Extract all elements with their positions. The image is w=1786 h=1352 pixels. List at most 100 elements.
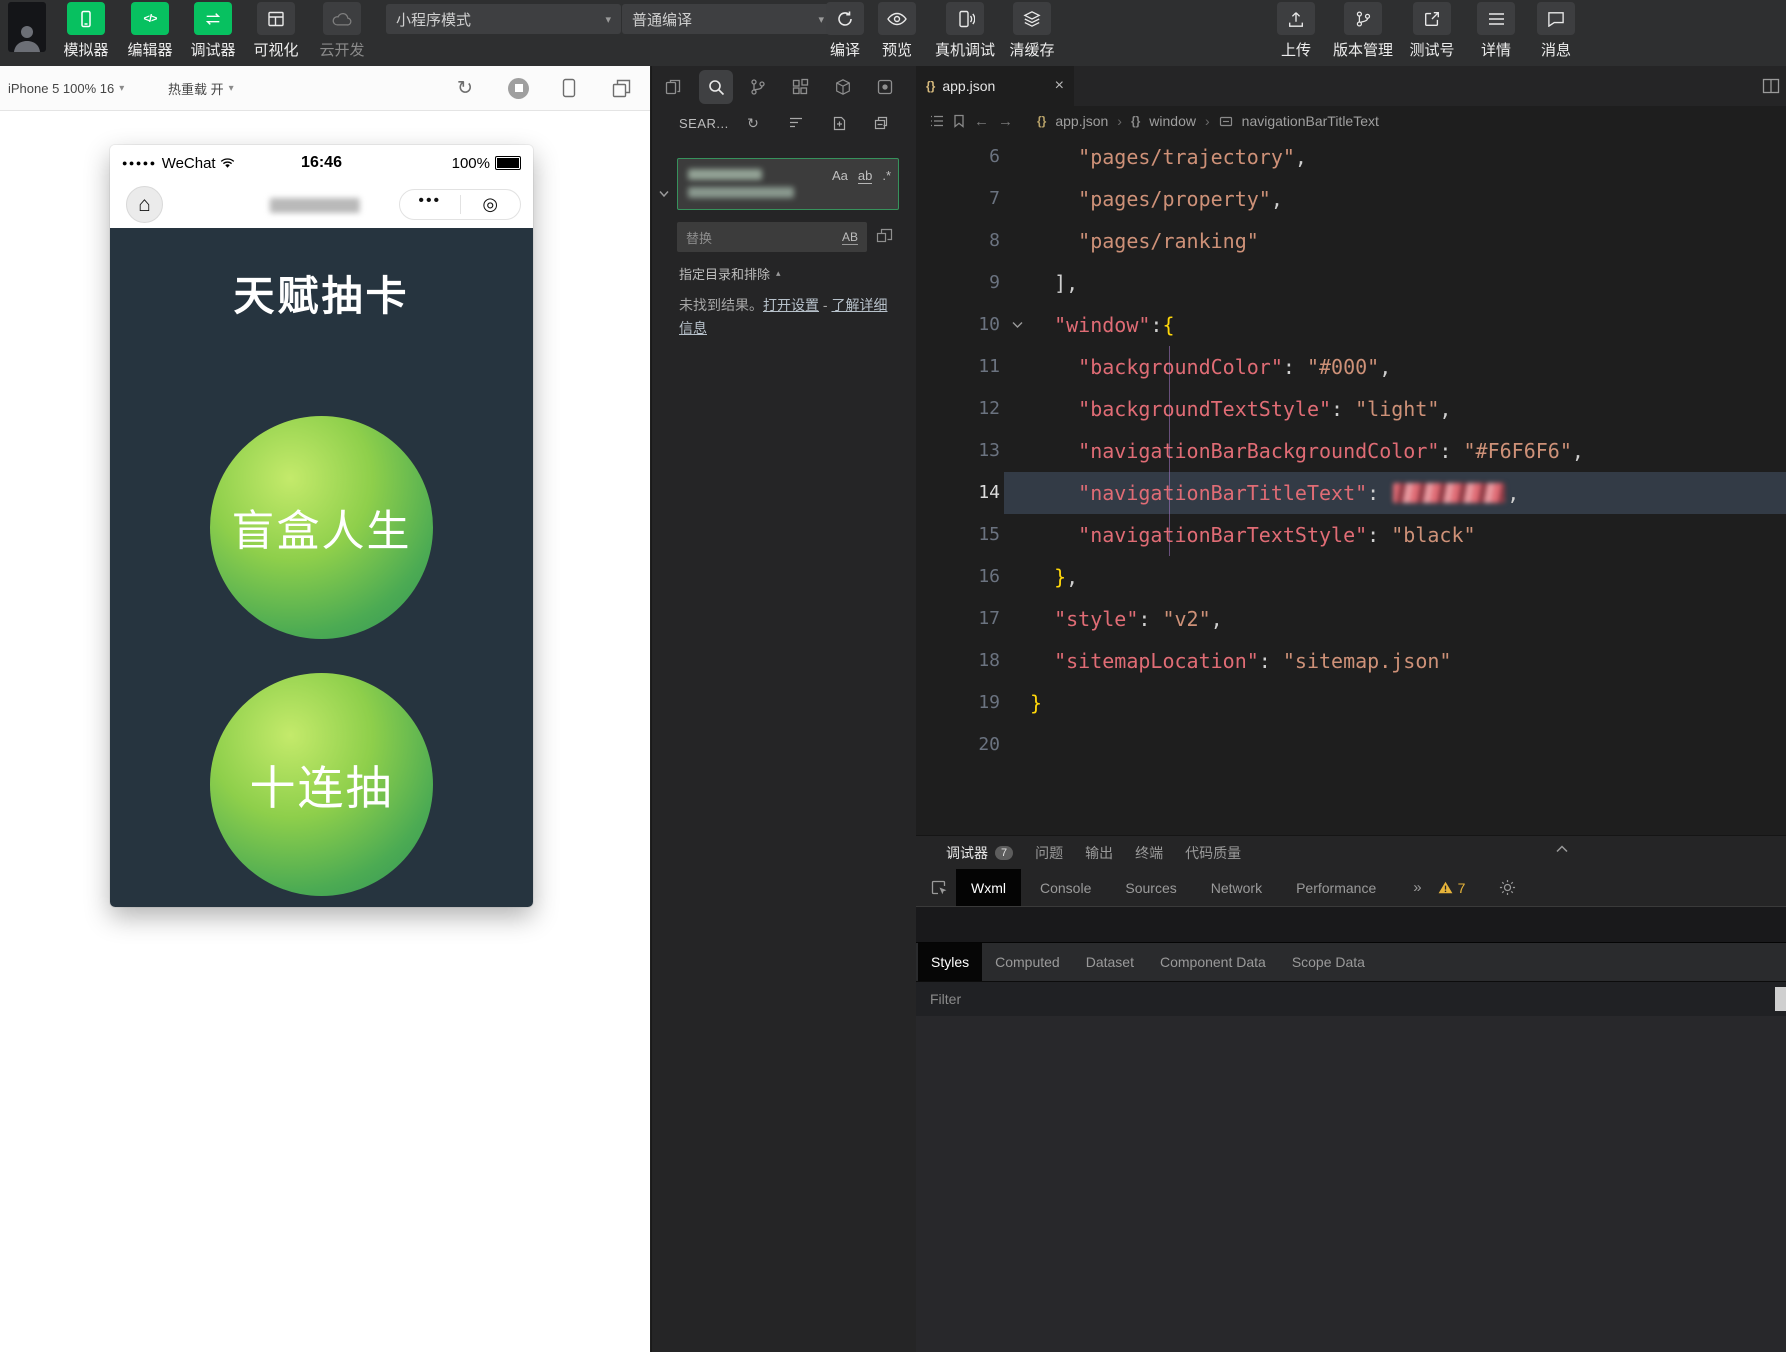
devtools-tab-network[interactable]: Network	[1196, 869, 1277, 906]
debugger-label: 调试器	[190, 39, 235, 60]
sim-refresh-button[interactable]: ↻	[457, 66, 473, 110]
tab-code-quality[interactable]: 代码质量	[1185, 843, 1241, 863]
new-search-editor-icon[interactable]	[830, 114, 848, 132]
code-line-16[interactable]: 16 },	[916, 556, 1786, 598]
code-line-13[interactable]: 13 "navigationBarBackgroundColor": "#F6F…	[916, 430, 1786, 472]
exit-target-button[interactable]: ◎	[461, 190, 521, 219]
gacha-button-ten-draw[interactable]: 十连抽	[210, 673, 433, 896]
code-line-12[interactable]: 12 "backgroundTextStyle": "light",	[916, 388, 1786, 430]
code-line-17[interactable]: 17 "style": "v2",	[916, 598, 1786, 640]
code-line-11[interactable]: 11 "backgroundColor": "#000",	[916, 346, 1786, 388]
breadcrumb-item-property[interactable]: navigationBarTitleText	[1242, 113, 1379, 129]
tab-terminal[interactable]: 终端	[1135, 843, 1163, 863]
gacha-button-blind-box-life[interactable]: 盲盒人生	[210, 416, 433, 639]
device-selector[interactable]: iPhone 5 100% 16 ▾	[8, 66, 124, 110]
extensions-icon[interactable]	[783, 70, 817, 104]
toggle-replace-icon[interactable]	[659, 190, 669, 198]
test-account-button[interactable]: 测试号	[1400, 2, 1464, 60]
devtools-tab-wxml[interactable]: Wxml	[956, 869, 1021, 906]
dir-filter-toggle[interactable]: 指定目录和排除 ▴	[679, 264, 781, 283]
source-control-icon[interactable]	[741, 70, 775, 104]
code-line-6[interactable]: 6 "pages/trajectory",	[916, 136, 1786, 178]
search-icon[interactable]	[699, 70, 733, 104]
code-line-18[interactable]: 18 "sitemapLocation": "sitemap.json"	[916, 640, 1786, 682]
home-button[interactable]: ⌂	[126, 186, 163, 223]
toolbar-editor-button[interactable]: </> 编辑器	[118, 2, 182, 60]
tab-debugger[interactable]: 调试器 7	[946, 843, 1013, 863]
toolbar-visualize-button[interactable]: 可视化	[244, 2, 308, 60]
devtools-settings-icon[interactable]	[1499, 879, 1516, 896]
code-lines: 6 "pages/trajectory",7 "pages/property",…	[916, 136, 1786, 766]
tab-close-icon[interactable]: ×	[1055, 77, 1064, 95]
details-button[interactable]: 详情	[1464, 2, 1528, 60]
breadcrumb-item-window[interactable]: window	[1149, 113, 1196, 129]
more-tabs-icon[interactable]: »	[1413, 879, 1421, 896]
replace-all-icon[interactable]	[876, 226, 893, 243]
preview-button[interactable]: 预览	[865, 2, 929, 60]
nav-back-icon[interactable]: ←	[974, 113, 989, 130]
files-icon[interactable]	[656, 70, 690, 104]
regex-toggle[interactable]: .*	[882, 168, 891, 184]
devtools-tab-sources[interactable]: Sources	[1110, 869, 1191, 906]
preserve-case-toggle[interactable]: AB	[842, 230, 858, 245]
toolbar-simulator-button[interactable]: 模拟器	[54, 2, 118, 60]
code-line-10[interactable]: 10 "window":{	[916, 304, 1786, 346]
code-line-9[interactable]: 9 ],	[916, 262, 1786, 304]
tab-scope-data[interactable]: Scope Data	[1279, 943, 1378, 981]
more-button[interactable]: •••	[400, 190, 460, 219]
tab-component-data[interactable]: Component Data	[1147, 943, 1279, 981]
replace-input[interactable]: 替换 AB	[677, 222, 867, 252]
code-line-20[interactable]: 20	[916, 724, 1786, 766]
code-line-7[interactable]: 7 "pages/property",	[916, 178, 1786, 220]
tab-app-json[interactable]: {} app.json ×	[916, 66, 1074, 106]
code-line-8[interactable]: 8 "pages/ranking"	[916, 220, 1786, 262]
package-icon[interactable]	[826, 70, 860, 104]
whole-word-toggle[interactable]: ab	[858, 168, 872, 184]
tab-dataset[interactable]: Dataset	[1073, 943, 1147, 981]
message-label: 消息	[1541, 39, 1571, 60]
toolbar-debugger-button[interactable]: 调试器	[181, 2, 245, 60]
device-debug-button[interactable]: 真机调试	[933, 2, 997, 60]
split-editor-icon[interactable]	[1762, 77, 1780, 95]
code-line-15[interactable]: 15 "navigationBarTextStyle": "black"	[916, 514, 1786, 556]
message-button[interactable]: 消息	[1524, 2, 1588, 60]
fold-chevron-icon[interactable]	[1004, 304, 1030, 346]
collapse-panel-icon[interactable]	[1556, 845, 1568, 853]
user-avatar[interactable]	[8, 2, 46, 52]
sim-multi-window-button[interactable]	[612, 66, 631, 110]
devtools-tab-performance[interactable]: Performance	[1281, 869, 1391, 906]
tab-output[interactable]: 输出	[1085, 843, 1113, 863]
tab-problems[interactable]: 问题	[1035, 843, 1063, 863]
styles-filter-input[interactable]: Filter	[930, 991, 961, 1007]
collapse-all-icon[interactable]	[872, 114, 890, 132]
tab-computed[interactable]: Computed	[982, 943, 1073, 981]
compile-dropdown[interactable]: 普通编译 ▾	[622, 4, 834, 34]
code-line-19[interactable]: 19}	[916, 682, 1786, 724]
match-case-toggle[interactable]: Aa	[832, 168, 848, 184]
mode-dropdown[interactable]: 小程序模式 ▾	[386, 4, 621, 34]
bookmark-icon[interactable]	[953, 114, 965, 128]
open-settings-link[interactable]: 打开设置	[763, 297, 819, 313]
sim-suspend-button[interactable]	[508, 66, 529, 110]
warning-counter[interactable]: 7	[1438, 880, 1466, 896]
code-editor[interactable]: 6 "pages/trajectory",7 "pages/property",…	[916, 136, 1786, 835]
devtools-tab-console[interactable]: Console	[1025, 869, 1106, 906]
version-button[interactable]: 版本管理	[1331, 2, 1395, 60]
tab-styles[interactable]: Styles	[918, 943, 982, 981]
hot-reload-toggle[interactable]: 热重载 开 ▾	[168, 66, 234, 110]
scrollbar-thumb[interactable]	[1775, 987, 1786, 1011]
refresh-results-icon[interactable]: ↻	[744, 114, 762, 132]
inspect-element-icon[interactable]	[922, 878, 956, 897]
search-input[interactable]: Aa ab .*	[677, 158, 899, 210]
toolbar-cloud-button[interactable]: 云开发	[310, 2, 374, 60]
clear-cache-button[interactable]: 清缓存	[1000, 2, 1064, 60]
upload-button[interactable]: 上传	[1264, 2, 1328, 60]
sim-device-frame-button[interactable]	[562, 66, 576, 110]
outline-icon[interactable]	[930, 115, 944, 127]
more-tools-icon[interactable]	[868, 70, 902, 104]
code-line-14[interactable]: 14 "navigationBarTitleText": ,	[916, 472, 1786, 514]
wxml-tree-area[interactable]	[916, 907, 1786, 943]
breadcrumb-item-file[interactable]: app.json	[1055, 113, 1108, 129]
nav-forward-icon[interactable]: →	[998, 113, 1013, 130]
clear-results-icon[interactable]	[787, 114, 805, 132]
